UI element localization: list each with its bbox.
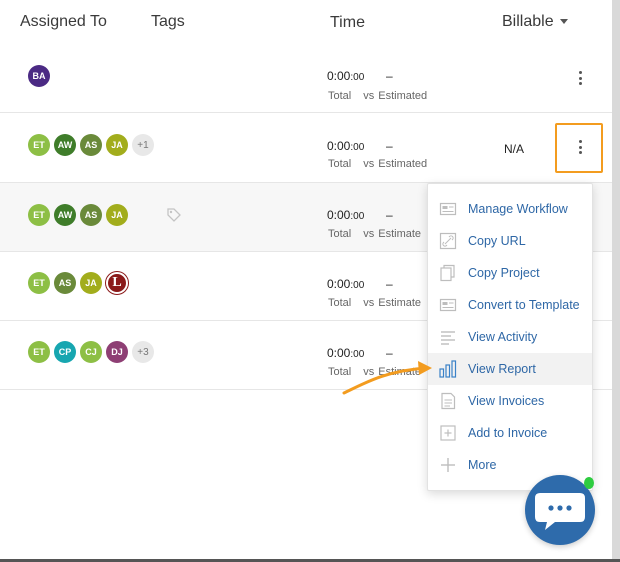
time-estimate-value: – xyxy=(386,208,393,222)
avatar[interactable]: CJ xyxy=(80,341,102,363)
menu-item-copy-url[interactable]: Copy URL xyxy=(428,225,592,257)
add-invoice-icon xyxy=(440,425,456,441)
assignee-avatars: BA xyxy=(28,65,54,87)
menu-item-label: Copy Project xyxy=(468,266,540,280)
avatar[interactable]: JA xyxy=(106,204,128,226)
time-caption: Total vs Estimated xyxy=(328,90,428,102)
workflow-icon xyxy=(439,202,457,216)
avatar[interactable]: JA xyxy=(80,272,102,294)
menu-item-manage-workflow[interactable]: Manage Workflow xyxy=(428,193,592,225)
sort-caret-down-icon[interactable] xyxy=(560,19,568,24)
column-header-time[interactable]: Time xyxy=(330,14,365,32)
avatar[interactable]: AS xyxy=(80,134,102,156)
annotation-arrow-icon xyxy=(342,361,432,395)
table-row[interactable]: ET AW AS JA +1 0:00:00 – Total vs Estimate… xyxy=(0,114,612,183)
assignee-avatars: ET AS JA L xyxy=(28,272,132,294)
copy-icon xyxy=(440,264,455,282)
menu-item-view-invoices[interactable]: View Invoices xyxy=(428,385,592,417)
billable-value: N/A xyxy=(504,142,525,156)
avatar[interactable]: AS xyxy=(54,272,76,294)
menu-item-label: Copy URL xyxy=(468,234,526,248)
scrollbar-track[interactable] xyxy=(612,0,620,562)
time-caption: Total vs Estimate xyxy=(328,228,422,240)
menu-item-label: View Activity xyxy=(468,330,538,344)
avatar[interactable]: ET xyxy=(28,272,50,294)
menu-item-label: Convert to Template xyxy=(468,298,580,312)
avatar[interactable]: BA xyxy=(28,65,50,87)
menu-item-copy-project[interactable]: Copy Project xyxy=(428,257,592,289)
menu-item-label: View Report xyxy=(468,362,536,376)
more-assignees-badge[interactable]: +3 xyxy=(132,341,154,363)
column-header-assigned-to[interactable]: Assigned To xyxy=(20,13,107,31)
assignee-avatars: ET CP CJ DJ +3 xyxy=(28,341,158,363)
menu-item-label: View Invoices xyxy=(468,394,545,408)
avatar[interactable]: L xyxy=(106,272,128,294)
time-estimate-value: – xyxy=(386,277,393,291)
avatar[interactable]: JA xyxy=(106,134,128,156)
menu-item-convert-to-template[interactable]: Convert to Template xyxy=(428,289,592,321)
menu-item-view-report[interactable]: View Report xyxy=(428,353,592,385)
plus-icon xyxy=(441,458,455,472)
online-status-dot xyxy=(584,477,594,489)
avatar[interactable]: ET xyxy=(28,341,50,363)
invoice-icon xyxy=(441,392,456,410)
table-row[interactable]: BA 0:00:00 – Total vs Estimated xyxy=(0,44,612,113)
time-estimate-value: – xyxy=(386,139,393,153)
bar-chart-icon xyxy=(439,360,457,378)
time-caption: Total vs Estimated xyxy=(328,158,428,170)
column-header-billable[interactable]: Billable xyxy=(502,13,554,31)
avatar[interactable]: AW xyxy=(54,134,76,156)
menu-item-label: Add to Invoice xyxy=(468,426,548,440)
menu-item-label: Manage Workflow xyxy=(468,202,568,216)
more-assignees-badge[interactable]: +1 xyxy=(132,134,154,156)
template-icon xyxy=(439,298,457,312)
menu-item-view-activity[interactable]: View Activity xyxy=(428,321,592,353)
project-list-view: Assigned To Tags Time Billable BA 0:00:0… xyxy=(0,0,620,562)
more-options-kebab-icon[interactable] xyxy=(572,69,588,87)
assignee-avatars: ET AW AS JA +1 xyxy=(28,134,158,156)
menu-item-label: More xyxy=(468,458,497,472)
link-icon xyxy=(439,232,457,250)
avatar[interactable]: ET xyxy=(28,204,50,226)
active-menu-trigger-highlight xyxy=(555,123,603,173)
row-context-menu: Manage Workflow Copy URL Copy Project Co… xyxy=(427,183,593,491)
avatar[interactable]: ET xyxy=(28,134,50,156)
avatar[interactable]: AW xyxy=(54,204,76,226)
time-total-value: 0:00:00 xyxy=(327,69,365,83)
time-estimate-value: – xyxy=(386,69,393,83)
avatar[interactable]: DJ xyxy=(106,341,128,363)
time-total-value: 0:00:00 xyxy=(327,139,365,153)
tag-icon[interactable] xyxy=(166,207,182,223)
time-caption: Total vs Estimate xyxy=(328,297,422,309)
menu-item-add-to-invoice[interactable]: Add to Invoice xyxy=(428,417,592,449)
activity-icon xyxy=(441,331,455,345)
assignee-avatars: ET AW AS JA xyxy=(28,204,132,226)
avatar[interactable]: CP xyxy=(54,341,76,363)
time-total-value: 0:00:00 xyxy=(327,277,365,291)
time-total-value: 0:00:00 xyxy=(327,208,365,222)
avatar[interactable]: AS xyxy=(80,204,102,226)
column-header-tags[interactable]: Tags xyxy=(151,13,185,31)
